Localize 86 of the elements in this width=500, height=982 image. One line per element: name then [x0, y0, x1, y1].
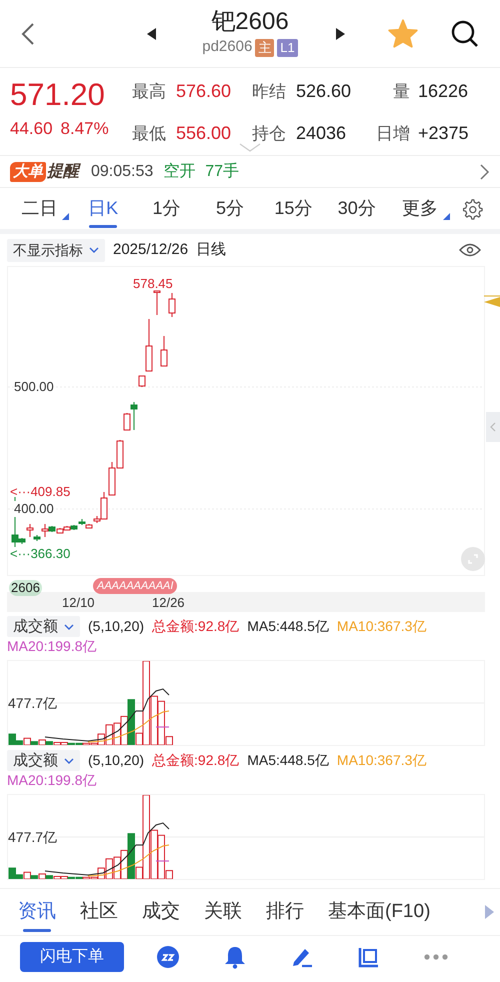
- contract-label: 2606: [9, 580, 42, 596]
- content-tab[interactable]: 排行: [266, 892, 304, 932]
- indicator-params: (5,10,20): [88, 617, 144, 636]
- settings-icon[interactable]: [460, 198, 483, 220]
- candle: [168, 292, 176, 318]
- candle: [146, 318, 152, 372]
- content-tab[interactable]: 关联: [204, 892, 242, 932]
- flash-order-button[interactable]: 闪电下单: [20, 942, 124, 972]
- stat-label: 量: [392, 81, 410, 103]
- volume-indicator-dropdown[interactable]: 成交额: [7, 616, 80, 637]
- chevron-right-icon[interactable]: [480, 164, 490, 180]
- percent-change: 8.47%: [60, 118, 109, 140]
- search-icon[interactable]: [451, 20, 479, 48]
- content-tab[interactable]: 基本面(F10): [328, 892, 430, 932]
- next-triangle-icon[interactable]: [335, 28, 345, 40]
- contract-title: 钯2606: [210, 8, 290, 36]
- star-icon[interactable]: [388, 19, 418, 48]
- stat-value: 526.60: [296, 80, 352, 103]
- stat-value: 16226: [418, 80, 468, 103]
- candle: [154, 290, 160, 316]
- signal-badge: AAAAAAAAAAI: [93, 578, 178, 594]
- indicator-value: MA20:199.8亿: [7, 637, 96, 656]
- alert-quantity: 77手: [205, 162, 240, 182]
- volume-indicator-dropdown[interactable]: 成交额: [7, 750, 80, 771]
- price-marker-icon: [484, 295, 500, 309]
- indicator-params: (5,10,20): [88, 751, 144, 770]
- stat-label: 持仓: [252, 122, 287, 144]
- alert-title: 提醒: [47, 162, 79, 182]
- stat-value: 576.60: [176, 80, 232, 103]
- back-icon[interactable]: [20, 22, 34, 46]
- stat-label: 最低: [132, 122, 167, 144]
- content-tab[interactable]: 资讯: [18, 892, 56, 932]
- period-tab[interactable]: 30分: [325, 189, 389, 228]
- contract-code: pd2606: [202, 37, 252, 58]
- contract-tag: L1: [277, 38, 298, 56]
- volume-axis-label: 477.7亿: [8, 695, 58, 711]
- chevron-down-icon: [89, 247, 99, 253]
- more-icon[interactable]: [424, 954, 448, 960]
- chart-type: 日线: [196, 240, 226, 260]
- indicator-value: MA10:367.3亿: [336, 617, 426, 636]
- indicator-value: MA20:199.8亿: [7, 771, 96, 790]
- bell-icon[interactable]: [224, 945, 246, 969]
- chart-book-icon[interactable]: [358, 946, 380, 968]
- corner-triangle-icon: [442, 213, 450, 220]
- stat-value: 24036: [296, 122, 346, 144]
- corner-triangle-icon: [62, 213, 70, 220]
- chart-date: 2025/12/26: [113, 240, 188, 260]
- contract-tag: 主: [255, 38, 274, 56]
- previous-triangle-icon[interactable]: [147, 28, 157, 40]
- alert-badge: 大单: [10, 162, 46, 182]
- period-tab[interactable]: 1分: [134, 189, 198, 228]
- indicator-value: MA5:448.5亿: [247, 617, 329, 636]
- price-change: 44.60: [10, 118, 53, 140]
- period-tab[interactable]: 15分: [262, 189, 326, 228]
- indicator-value: MA10:367.3亿: [336, 751, 426, 770]
- range-high-label: <···409.85: [10, 484, 70, 500]
- date-axis-label: 12/26: [152, 595, 185, 611]
- price-axis-label: 400.00: [14, 501, 54, 517]
- candle: [160, 336, 168, 366]
- stat-value: +2375: [418, 122, 469, 144]
- indicator-value: 总金额:92.8亿: [152, 751, 240, 770]
- alert-time: 09:05:53: [91, 162, 154, 182]
- last-price: 571.20: [10, 78, 106, 112]
- chevron-down-icon: [64, 624, 74, 630]
- indicator-value: MA5:448.5亿: [247, 751, 329, 770]
- date-axis-label: 12/10: [62, 595, 95, 611]
- candle: [138, 376, 146, 388]
- volume-axis-label: 477.7亿: [8, 829, 58, 845]
- content-tab[interactable]: 成交: [142, 892, 180, 932]
- z-circle-icon[interactable]: [156, 945, 180, 969]
- period-tab[interactable]: 更多: [388, 189, 452, 228]
- stat-label: 日增: [375, 122, 410, 144]
- indicator-dropdown[interactable]: 不显示指标: [7, 238, 105, 262]
- period-tab[interactable]: 日K: [71, 189, 135, 228]
- period-tab[interactable]: 二日: [8, 189, 72, 228]
- high-price-label: 578.45: [133, 276, 173, 292]
- stat-value: 556.00: [176, 122, 232, 144]
- stat-label: 最高: [132, 81, 167, 103]
- alert-action: 空开: [163, 162, 196, 182]
- content-tab[interactable]: 社区: [80, 892, 118, 932]
- indicator-value: 总金额:92.8亿: [152, 617, 240, 636]
- range-low-label: <···366.30: [10, 546, 70, 562]
- eye-icon[interactable]: [459, 243, 481, 257]
- stat-label: 昨结: [252, 81, 287, 103]
- chevron-down-icon: [64, 758, 74, 764]
- period-tab[interactable]: 5分: [198, 189, 262, 228]
